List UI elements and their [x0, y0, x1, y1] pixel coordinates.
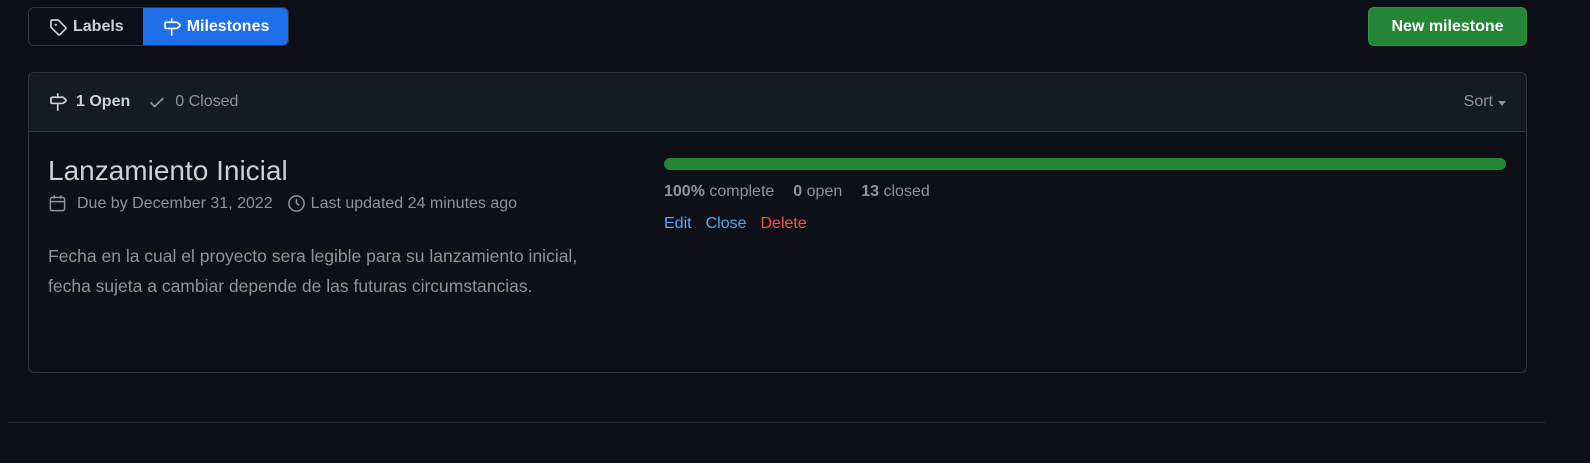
due-date-text: Due by December 31, 2022 — [77, 194, 273, 212]
sort-label: Sort — [1463, 93, 1493, 110]
milestones-page: Labels Milestones New milestone 1 Open 0… — [0, 0, 1590, 463]
labels-tab[interactable]: Labels — [29, 8, 143, 45]
complete-value: 100% — [664, 183, 705, 200]
milestone-actions: Edit Close Delete — [664, 215, 1506, 233]
milestone-progress-section: 100% complete 0 open 13 closed Edit Clos… — [664, 158, 1506, 233]
open-count-label: 1 Open — [76, 93, 131, 110]
complete-stat: 100% complete — [664, 183, 774, 201]
closed-issues-stat[interactable]: 13 closed — [861, 183, 930, 201]
closed-issues-label: closed — [883, 183, 930, 200]
labels-milestones-subnav: Labels Milestones — [28, 7, 290, 46]
calendar-icon — [49, 195, 66, 212]
milestone-row: Lanzamiento Inicial Due by December 31, … — [29, 132, 1526, 372]
milestone-stats: 100% complete 0 open 13 closed — [664, 183, 1506, 201]
milestones-tab[interactable]: Milestones — [142, 8, 289, 45]
due-date: Due by December 31, 2022 — [48, 194, 273, 213]
complete-label: complete — [709, 183, 775, 200]
last-updated-text: Last updated 24 minutes ago — [310, 194, 518, 212]
progress-bar — [664, 158, 1506, 170]
closed-milestones-filter[interactable]: 0 Closed — [148, 93, 238, 111]
milestones-list: 1 Open 0 Closed Sort Lanzamiento Inicial — [28, 72, 1527, 373]
last-updated: Last updated 24 minutes ago — [287, 194, 517, 213]
labels-tab-label: Labels — [73, 17, 124, 35]
closed-issues-count: 13 — [861, 183, 880, 200]
page-divider — [8, 422, 1546, 423]
new-milestone-button[interactable]: New milestone — [1368, 7, 1527, 46]
open-issues-count: 0 — [793, 183, 803, 200]
milestone-icon — [50, 93, 67, 111]
milestones-tab-label: Milestones — [186, 17, 270, 35]
milestone-meta: Due by December 31, 2022 Last updated 24… — [48, 194, 608, 213]
caret-down-icon — [1498, 100, 1506, 106]
progress-bar-fill — [664, 158, 1506, 170]
close-link[interactable]: Close — [706, 215, 747, 233]
open-issues-stat[interactable]: 0 open — [793, 183, 842, 201]
delete-link[interactable]: Delete — [760, 215, 806, 233]
open-milestones-filter[interactable]: 1 Open — [49, 93, 130, 111]
check-icon — [150, 97, 164, 108]
closed-count-label: 0 Closed — [175, 93, 239, 110]
milestone-description: Fecha en la cual el proyecto sera legibl… — [48, 246, 578, 296]
milestone-title[interactable]: Lanzamiento Inicial — [48, 154, 608, 188]
state-filters: 1 Open 0 Closed — [49, 93, 1464, 111]
open-issues-label: open — [806, 183, 843, 200]
edit-link[interactable]: Edit — [664, 215, 692, 233]
clock-icon — [287, 195, 305, 212]
sort-dropdown[interactable]: Sort — [1464, 93, 1506, 111]
milestones-list-header: 1 Open 0 Closed Sort — [29, 73, 1526, 132]
milestone-info: Lanzamiento Inicial Due by December 31, … — [48, 154, 608, 301]
milestone-icon — [163, 17, 181, 36]
tag-icon — [50, 18, 67, 36]
